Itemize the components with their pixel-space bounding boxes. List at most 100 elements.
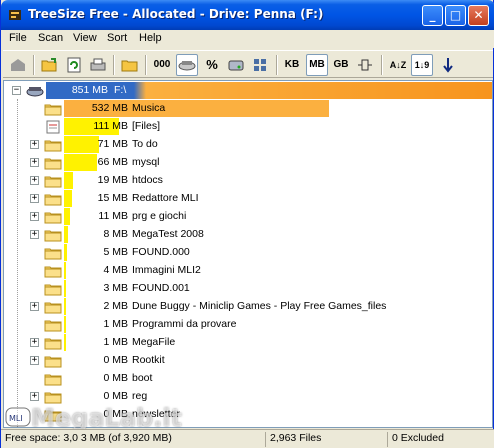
- item-name: Dune Buggy - Miniclip Games - Play Free …: [132, 300, 387, 312]
- item-size: 8 MB: [103, 228, 128, 240]
- up-folder-icon[interactable]: [7, 54, 29, 76]
- folder-icon: [44, 266, 62, 278]
- grid-icon[interactable]: [249, 54, 271, 76]
- minimize-button[interactable]: _: [422, 5, 443, 26]
- item-name: Rootkit: [132, 354, 165, 366]
- tree-row[interactable]: +0 MB reg: [4, 388, 492, 406]
- maximize-button[interactable]: □: [445, 5, 466, 26]
- menu-file[interactable]: File: [9, 32, 27, 44]
- sort-name-icon[interactable]: A↓Z: [387, 54, 409, 76]
- expand-icon[interactable]: +: [30, 302, 39, 311]
- tree-row[interactable]: 111 MB [Files]: [4, 118, 492, 136]
- item-name: htdocs: [132, 174, 163, 186]
- tree-row[interactable]: +11 MB prg e giochi: [4, 208, 492, 226]
- tree-row[interactable]: +0 MB Rootkit: [4, 352, 492, 370]
- folder-open-icon[interactable]: [119, 54, 141, 76]
- expand-icon[interactable]: +: [30, 338, 39, 347]
- root-name: F:\: [114, 84, 127, 96]
- folder-icon: [44, 338, 62, 350]
- close-button[interactable]: ✕: [468, 5, 489, 26]
- item-name: FOUND.000: [132, 246, 190, 258]
- tree-row[interactable]: +8 MB MegaTest 2008: [4, 226, 492, 244]
- item-size: 15 MB: [97, 192, 128, 204]
- item-name: MegaTest 2008: [132, 228, 204, 240]
- item-size: 111 MB: [93, 120, 128, 132]
- expand-icon[interactable]: +: [30, 194, 39, 203]
- folder-icon: [44, 302, 62, 314]
- tree-row[interactable]: +19 MB htdocs: [4, 172, 492, 190]
- mb-icon[interactable]: MB: [306, 54, 328, 76]
- menu-view[interactable]: View: [73, 32, 97, 44]
- tree-root-row[interactable]: − 851 MB F:\: [4, 82, 492, 100]
- tree-row[interactable]: 1 MB Programmi da provare: [4, 316, 492, 334]
- menu-bar: File Scan View Sort Help: [1, 30, 494, 48]
- kb-icon[interactable]: KB: [281, 54, 303, 76]
- collapse-icon[interactable]: −: [12, 86, 21, 95]
- item-name: reg: [132, 390, 148, 402]
- item-size: 66 MB: [97, 156, 128, 168]
- item-name: Immagini MLI2: [132, 264, 201, 276]
- tree-row[interactable]: 0 MB boot: [4, 370, 492, 388]
- expand-icon[interactable]: +: [30, 356, 39, 365]
- item-size: 0 MB: [103, 390, 128, 402]
- status-excluded: 0 Excluded: [387, 432, 493, 447]
- tree-row[interactable]: 0 MB newsletter: [4, 406, 492, 424]
- item-name: prg e giochi: [132, 210, 187, 222]
- item-name: Redattore MLI: [132, 192, 199, 204]
- tree-row[interactable]: +66 MB mysql: [4, 154, 492, 172]
- folder-tree[interactable]: − 851 MB F:\ 532 MB Musica 111 MB [Files] +7…: [3, 80, 493, 428]
- sort-size-icon[interactable]: 1↓9: [411, 54, 433, 76]
- item-name: [Files]: [132, 120, 161, 132]
- menu-sort[interactable]: Sort: [107, 32, 127, 44]
- item-name: Musica: [132, 102, 166, 114]
- treesize-app-icon: [9, 10, 21, 20]
- folder-icon: [44, 158, 62, 170]
- tree-row[interactable]: 4 MB Immagini MLI2: [4, 262, 492, 280]
- item-name: FOUND.001: [132, 282, 190, 294]
- folder-icon: [44, 284, 62, 296]
- status-bar: Free space: 3,0 3 MB (of 3,920 MB) 2,963…: [1, 429, 494, 448]
- tree-row[interactable]: +2 MB Dune Buggy - Miniclip Games - Play …: [4, 298, 492, 316]
- status-files: 2,963 Files: [265, 432, 385, 447]
- sort-down-icon[interactable]: [437, 54, 459, 76]
- toolbar: 000 % KB MB GB A↓Z 1↓9: [3, 50, 493, 78]
- size-icon[interactable]: [176, 54, 198, 76]
- item-size: 19 MB: [97, 174, 128, 186]
- folder-icon: [44, 356, 62, 368]
- item-name: To do: [132, 138, 158, 150]
- folder-icon: [44, 176, 62, 188]
- percent-icon[interactable]: %: [201, 54, 223, 76]
- folder-icon: [44, 194, 62, 206]
- expand-icon[interactable]: +: [30, 158, 39, 167]
- item-name: boot: [132, 372, 153, 384]
- expand-icon[interactable]: +: [30, 230, 39, 239]
- tree-row[interactable]: +15 MB Redattore MLI: [4, 190, 492, 208]
- print-icon[interactable]: [87, 54, 109, 76]
- folder-icon: [44, 230, 62, 242]
- expand-icon[interactable]: +: [30, 176, 39, 185]
- tree-row[interactable]: +1 MB MegaFile: [4, 334, 492, 352]
- count-icon[interactable]: 000: [151, 54, 173, 76]
- expand-icon[interactable]: +: [30, 140, 39, 149]
- folder-icon: [44, 410, 62, 422]
- expand-icon[interactable]: +: [30, 212, 39, 221]
- app-window: TreeSize Free - Allocated - Drive: Penna…: [0, 0, 494, 448]
- tree-row[interactable]: 3 MB FOUND.001: [4, 280, 492, 298]
- drive-icon: [26, 87, 44, 97]
- expand-icon[interactable]: +: [30, 392, 39, 401]
- tree-row[interactable]: 532 MB Musica: [4, 100, 492, 118]
- title-bar[interactable]: TreeSize Free - Allocated - Drive: Penna…: [1, 0, 494, 30]
- folder-icon: [44, 392, 62, 404]
- tree-row[interactable]: +71 MB To do: [4, 136, 492, 154]
- expand-icon[interactable]: [354, 54, 376, 76]
- folder-icon: [44, 320, 62, 332]
- drive-icon[interactable]: [225, 54, 247, 76]
- refresh-icon[interactable]: [63, 54, 85, 76]
- open-folder-icon[interactable]: [39, 54, 61, 76]
- item-size: 3 MB: [103, 282, 128, 294]
- menu-help[interactable]: Help: [139, 32, 162, 44]
- item-size: 0 MB: [103, 408, 128, 420]
- tree-row[interactable]: 5 MB FOUND.000: [4, 244, 492, 262]
- gb-icon[interactable]: GB: [330, 54, 352, 76]
- menu-scan[interactable]: Scan: [38, 32, 63, 44]
